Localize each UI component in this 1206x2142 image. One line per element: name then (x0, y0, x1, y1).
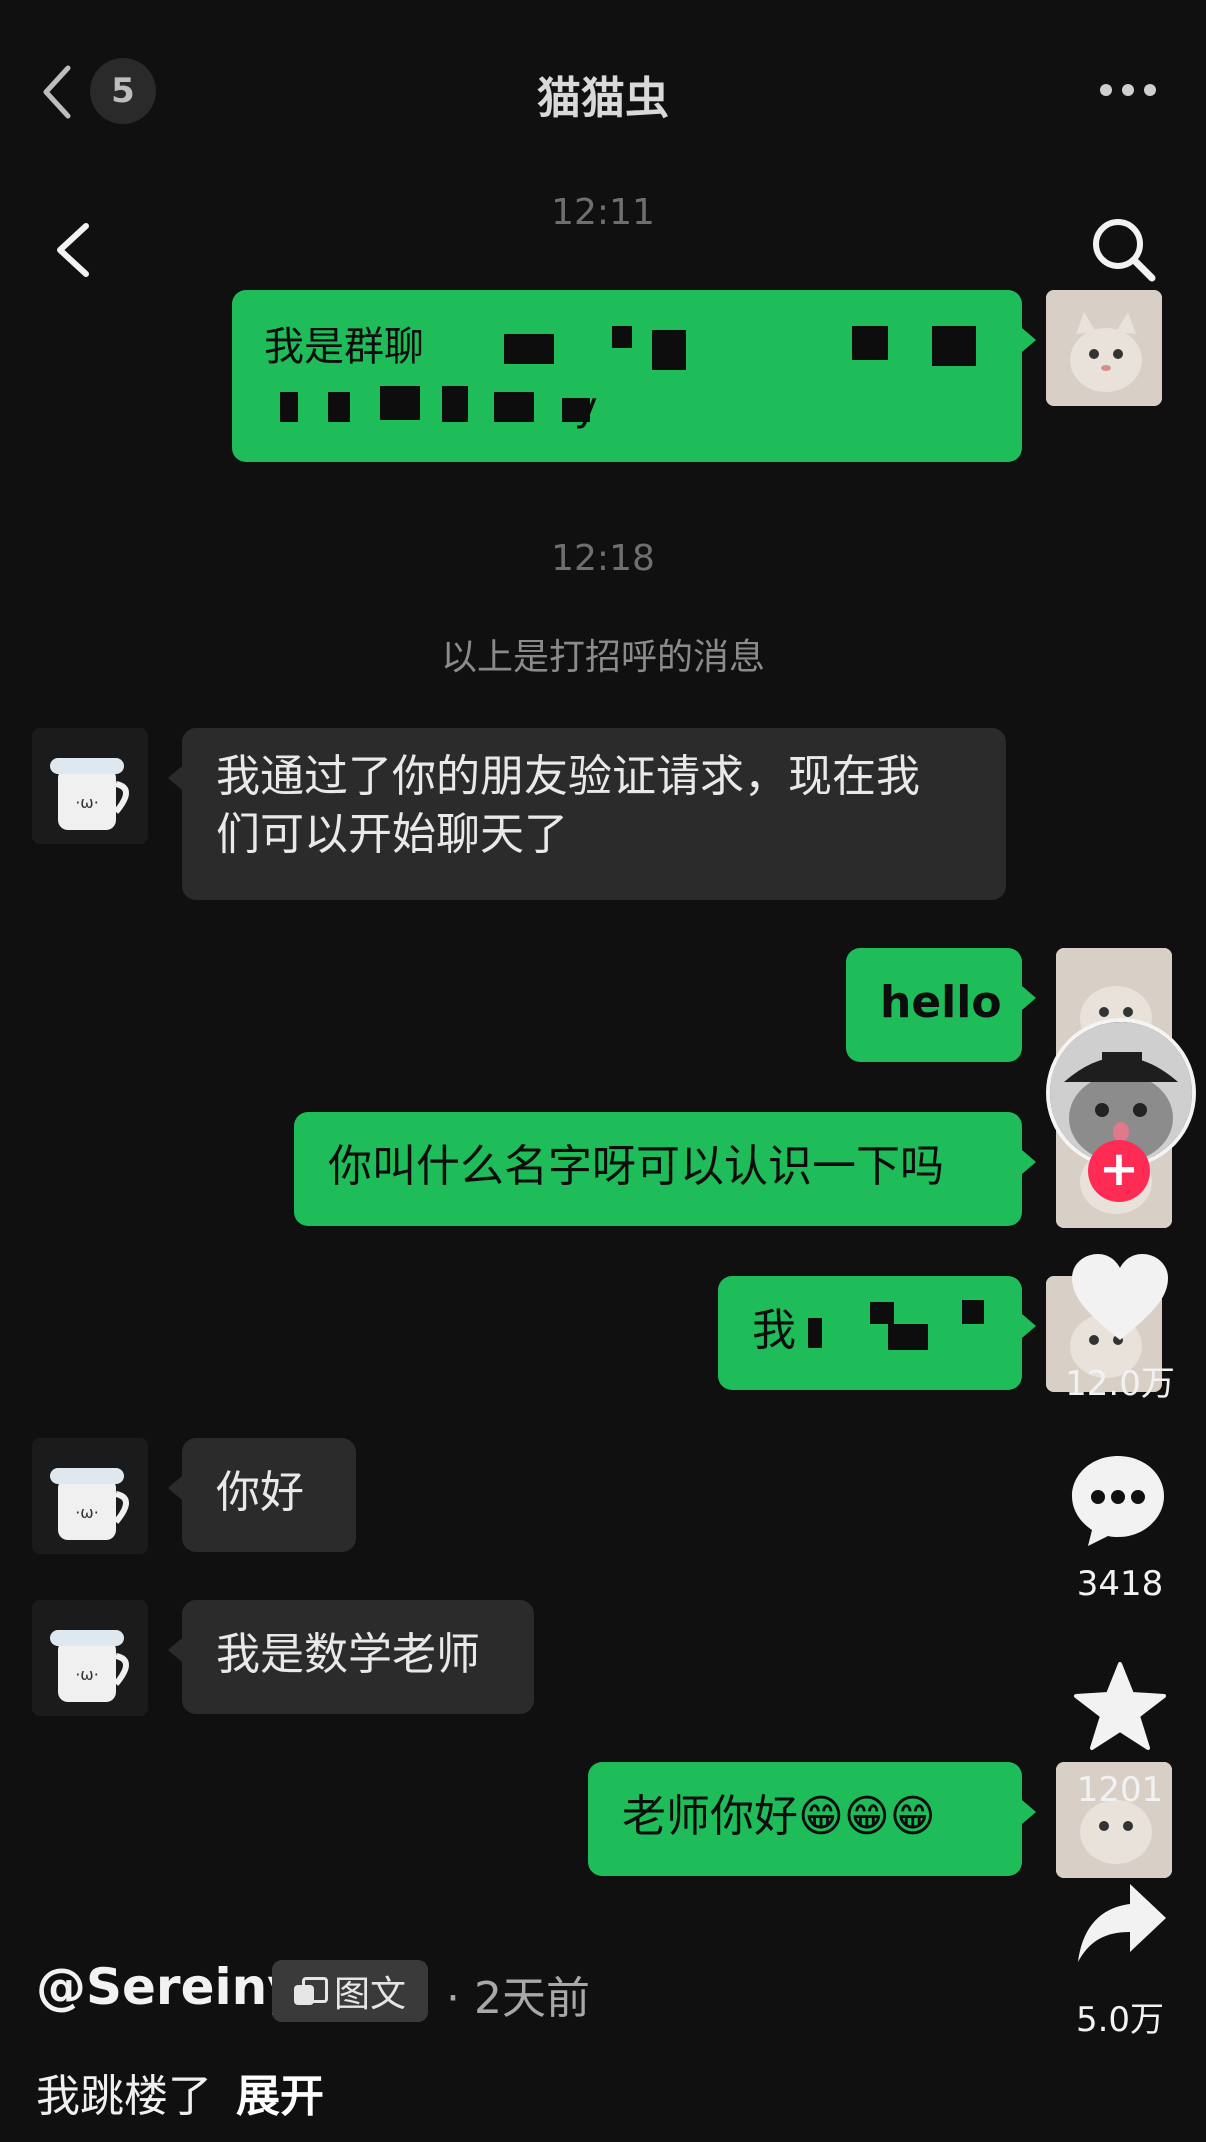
message-text: 我 (752, 1305, 796, 1356)
post-caption: 我跳楼了 (36, 2071, 212, 2122)
message-text: 我是数学老师 (216, 1629, 480, 1680)
chat-title: 猫猫虫 (537, 73, 669, 124)
like-count: 12.0万 (1065, 1364, 1175, 1404)
system-note: 以上是打招呼的消息 (440, 637, 765, 678)
comment-bubble-icon[interactable] (1068, 1452, 1168, 1548)
author-handle[interactable]: @Sereiny (36, 1958, 300, 2016)
share-arrow-icon[interactable] (1074, 1880, 1170, 1966)
svg-text:·ω·: ·ω· (75, 1665, 99, 1684)
contact-avatar[interactable]: ·ω· (32, 1438, 148, 1554)
message-text: 你好 (216, 1467, 304, 1518)
message-text-line: 们可以开始聊天了 (216, 809, 568, 860)
favorite-count: 1201 (1076, 1770, 1164, 1810)
sent-message-bubble[interactable]: hello (846, 948, 1036, 1062)
sent-message-bubble[interactable]: 我是群聊 y (232, 290, 1036, 462)
message-text: 你叫什么名字呀可以认识一下吗 (328, 1141, 944, 1192)
message-text: y (574, 384, 598, 430)
svg-text:·ω·: ·ω· (75, 1503, 99, 1522)
post-type-label: 图文 (333, 1974, 406, 2015)
more-dots-icon[interactable] (1100, 84, 1156, 98)
share-count: 5.0万 (1075, 2000, 1165, 2040)
sent-message-bubble[interactable]: 老师你好😁😁😁 (588, 1762, 1036, 1876)
star-icon[interactable] (1072, 1660, 1168, 1752)
received-message-bubble[interactable]: 我是数学老师 (168, 1600, 534, 1714)
svg-text:·ω·: ·ω· (75, 793, 99, 812)
contact-avatar[interactable]: ·ω· (32, 1600, 148, 1716)
received-message-bubble[interactable]: 我通过了你的朋友验证请求，现在我 们可以开始聊天了 (168, 728, 1006, 900)
post-type-chip: 图文 (272, 1960, 428, 2022)
timestamp: 12:18 (551, 538, 655, 579)
contact-avatar[interactable]: ·ω· (32, 728, 148, 844)
received-message-bubble[interactable]: 你好 (168, 1438, 356, 1552)
heart-icon[interactable] (1068, 1252, 1172, 1344)
follow-plus-button[interactable]: + (1088, 1140, 1150, 1202)
comment-count: 3418 (1076, 1564, 1164, 1604)
message-text: 我是群聊 (264, 324, 424, 370)
message-text: 老师你好😁😁😁 (622, 1791, 936, 1842)
image-post-icon (293, 1977, 328, 2005)
sent-message-bubble[interactable]: 你叫什么名字呀可以认识一下吗 (294, 1112, 1036, 1226)
message-text: hello (880, 977, 1002, 1028)
expand-caption-button[interactable]: 展开 (236, 2060, 324, 2124)
my-avatar[interactable] (1046, 290, 1162, 406)
message-text-line: 我通过了你的朋友验证请求，现在我 (216, 751, 920, 802)
timestamp: 12:11 (551, 192, 655, 233)
post-time: · 2天前 (446, 1973, 590, 2024)
sent-message-bubble[interactable]: 我 (718, 1276, 1036, 1390)
